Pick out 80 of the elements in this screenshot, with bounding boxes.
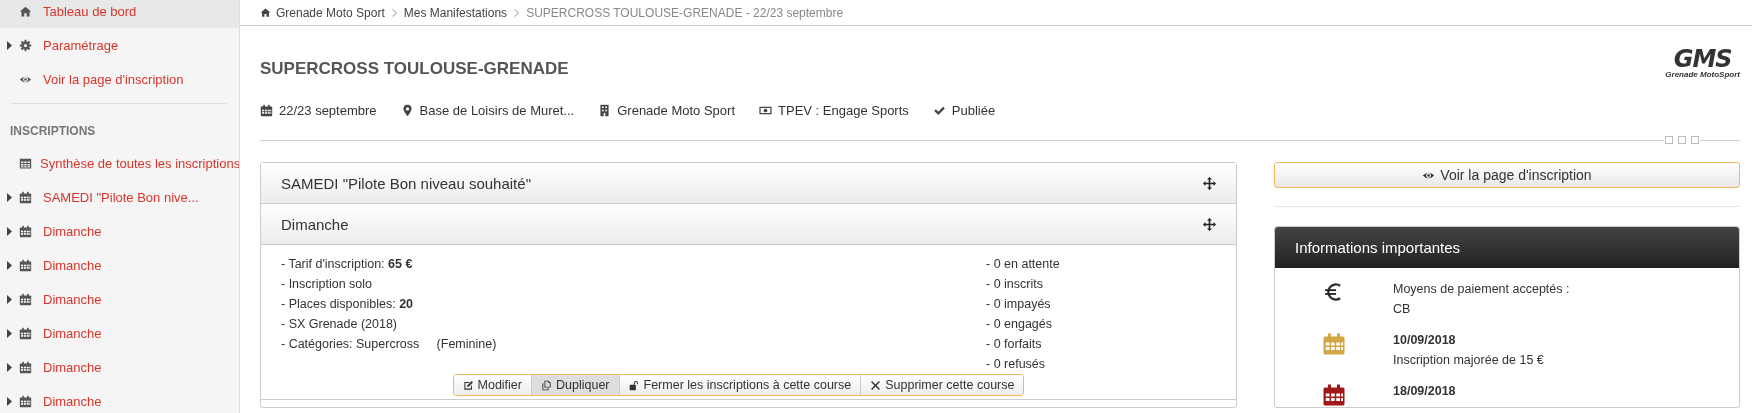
home-icon bbox=[260, 7, 271, 18]
check-icon bbox=[932, 104, 946, 117]
calendar-icon bbox=[19, 394, 32, 408]
section-title: INSCRIPTIONS bbox=[9, 123, 97, 140]
sidebar-item[interactable]: Dimanche bbox=[0, 282, 239, 316]
caret-right-icon bbox=[6, 260, 13, 270]
sidebar-item[interactable]: SAMEDI "Pilote Bon nive... bbox=[0, 180, 239, 214]
calendar-icon bbox=[19, 224, 32, 238]
registration-count: - 0 inscrits bbox=[986, 276, 1044, 293]
info-title: Moyens de paiement acceptés : bbox=[1393, 281, 1570, 298]
race-title: Dimanche bbox=[281, 215, 349, 233]
home-icon bbox=[19, 4, 32, 18]
sidebar-item[interactable]: Synthèse de toutes les inscriptions bbox=[0, 146, 239, 180]
event-detail: Base de Loisirs de Muret... bbox=[419, 103, 575, 118]
caret-right-icon bbox=[6, 328, 13, 338]
calendar-icon bbox=[19, 190, 32, 204]
caret-right-icon bbox=[6, 362, 13, 372]
breadcrumb-link[interactable]: Mes Manifestations bbox=[403, 5, 508, 20]
settings-icon bbox=[19, 38, 32, 52]
calendar-icon bbox=[19, 360, 32, 374]
race-detail: - Tarif d'inscription: 65 € bbox=[281, 256, 414, 273]
calendar-icon bbox=[19, 292, 32, 306]
caret-right-icon bbox=[6, 192, 13, 202]
caret-right-icon bbox=[6, 396, 13, 406]
sidebar-item[interactable]: Paramétrage bbox=[0, 28, 239, 62]
breadcrumb-link[interactable]: Grenade Moto Sport bbox=[260, 5, 385, 20]
caret-right-icon bbox=[6, 226, 13, 236]
caret-right-icon bbox=[6, 40, 13, 50]
sidebar-item[interactable]: Dimanche bbox=[0, 350, 239, 384]
chevron-icon bbox=[391, 8, 397, 17]
unlock-icon bbox=[628, 379, 640, 391]
registration-count: - 0 en attente bbox=[986, 256, 1061, 273]
registration-count: - 0 forfaits bbox=[986, 336, 1043, 353]
action-button[interactable]: Supprimer cette course bbox=[861, 375, 1024, 395]
action-button[interactable]: Modifier bbox=[453, 375, 532, 395]
divider-handle-icon bbox=[1664, 135, 1700, 145]
race-title: SAMEDI "Pilote Bon niveau souhaité" bbox=[281, 174, 531, 192]
banknote-icon bbox=[759, 104, 772, 117]
event-title: SUPERCROSS TOULOUSE-GRENADE bbox=[260, 59, 569, 79]
move-icon bbox=[1203, 176, 1216, 190]
race-detail: - Places disponibles: 20 bbox=[281, 296, 415, 313]
calendar-icon bbox=[260, 104, 273, 117]
race-panel-header[interactable]: SAMEDI "Pilote Bon niveau souhaité" bbox=[261, 163, 1236, 204]
view-page-button[interactable]: Voir la page d'inscription bbox=[1274, 162, 1740, 188]
sidebar-item[interactable]: Dimanche bbox=[0, 248, 239, 282]
registration-count: - 0 refusés bbox=[986, 356, 1047, 373]
sidebar-item[interactable]: Tableau de bord bbox=[0, 0, 239, 28]
card-title: Informations importantes bbox=[1275, 227, 1739, 268]
pencil-icon bbox=[462, 379, 474, 391]
sidebar-item[interactable]: Dimanche bbox=[0, 316, 239, 350]
action-button[interactable]: Fermer les inscriptions à cette course bbox=[619, 375, 862, 395]
info-text: CB bbox=[1393, 301, 1412, 318]
move-icon bbox=[1203, 217, 1216, 231]
event-detail: TPEV : Engage Sports bbox=[778, 103, 909, 118]
close-icon bbox=[870, 379, 882, 391]
registration-count: - 0 impayés bbox=[986, 296, 1052, 313]
calendar-icon bbox=[19, 326, 32, 340]
registration-count: - 0 engagés bbox=[986, 316, 1054, 333]
table-icon bbox=[19, 156, 32, 170]
map-pin-icon bbox=[400, 104, 414, 117]
race-detail: - SX Grenade (2018) bbox=[281, 316, 399, 333]
event-detail: Publiée bbox=[951, 103, 996, 118]
calendar-icon bbox=[19, 258, 32, 272]
sidebar-item[interactable]: Dimanche bbox=[0, 214, 239, 248]
race-detail: - Catégories: Supercross (Feminine) bbox=[281, 336, 498, 353]
info-title: 10/09/2018 bbox=[1393, 332, 1457, 349]
event-detail: 22/23 septembre bbox=[279, 103, 377, 118]
event-detail: Grenade Moto Sport bbox=[617, 103, 735, 118]
action-button[interactable]: Dupliquer bbox=[532, 375, 620, 395]
sidebar-item[interactable]: Voir la page d'inscription bbox=[0, 62, 239, 96]
building-icon bbox=[598, 104, 612, 117]
chevron-icon bbox=[514, 8, 520, 17]
info-text: Inscription majorée de 15 € bbox=[1393, 352, 1544, 369]
breadcrumb-current: SUPERCROSS TOULOUSE-GRENADE - 22/23 septembre bbox=[526, 5, 844, 20]
info-title: 18/09/2018 bbox=[1393, 383, 1456, 400]
copy-icon bbox=[541, 379, 552, 391]
sidebar-item[interactable]: Dimanche bbox=[0, 384, 239, 413]
logo: GMS Grenade MotoSport bbox=[1665, 47, 1740, 79]
caret-right-icon bbox=[6, 294, 13, 304]
race-detail: - Inscription solo bbox=[281, 276, 373, 293]
